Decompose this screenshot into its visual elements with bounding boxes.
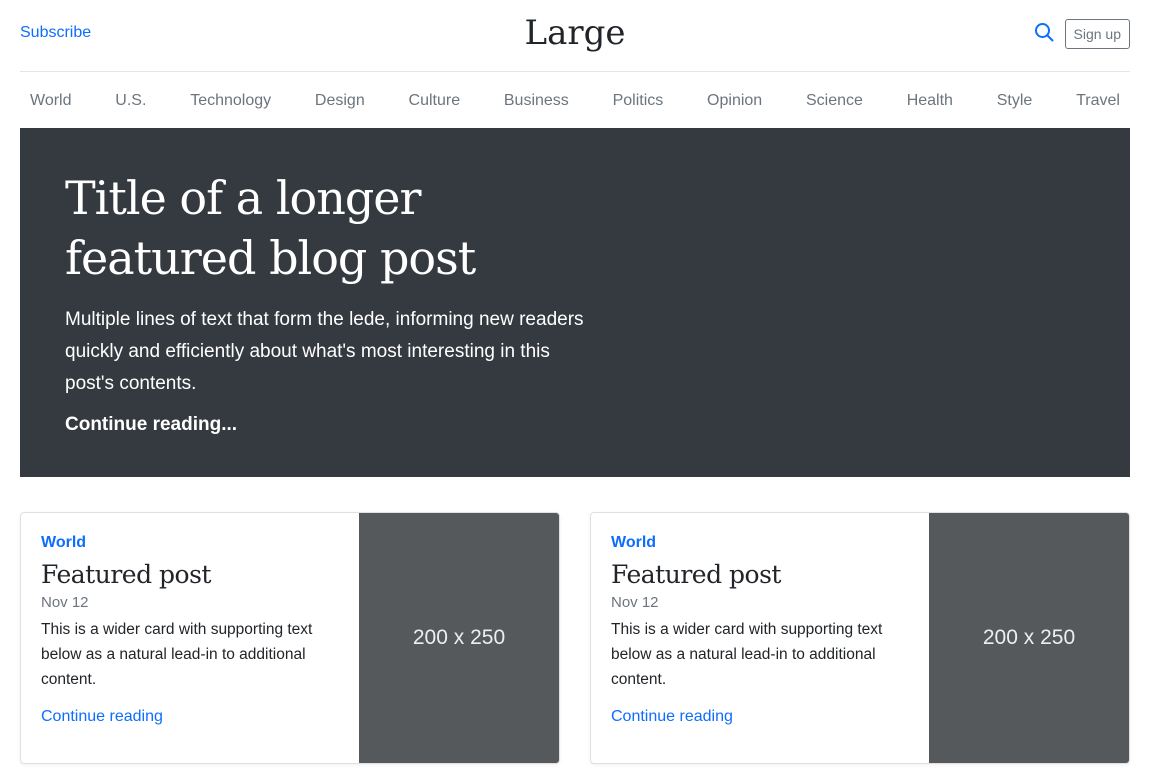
search-icon[interactable] (1034, 22, 1054, 42)
card-text: This is a wider card with supporting tex… (611, 621, 883, 688)
nav-item-culture[interactable]: Culture (409, 92, 461, 110)
card-body: World Featured post Nov 12 This is a wid… (21, 513, 360, 763)
card-date: Nov 12 (41, 594, 89, 611)
hero-lede: Multiple lines of text that form the led… (65, 309, 584, 394)
card-continue-reading-link[interactable]: Continue reading (611, 708, 733, 726)
logo-link[interactable]: Large (525, 13, 626, 53)
card-category: World (41, 534, 87, 551)
nav-item-business[interactable]: Business (504, 92, 569, 110)
hero-title: Title of a longer featured blog post (65, 171, 476, 285)
nav-item-technology[interactable]: Technology (190, 92, 271, 110)
hero-continue-reading-link[interactable]: Continue reading... (65, 414, 237, 436)
nav-item-world[interactable]: World (30, 92, 72, 110)
nav-item-science[interactable]: Science (806, 92, 863, 110)
thumbnail-label: 200 x 250 (412, 626, 506, 649)
card-thumbnail-placeholder: 200 x 250 (359, 513, 559, 763)
site-logo: Large (20, 13, 1130, 53)
card-body: World Featured post Nov 12 This is a wid… (591, 513, 930, 763)
featured-post-card: World Featured post Nov 12 This is a wid… (20, 512, 560, 764)
sign-up-button[interactable]: Sign up (1064, 19, 1130, 49)
blog-header: Subscribe Large Sign up (20, 0, 1130, 72)
nav-item-opinion[interactable]: Opinion (707, 92, 762, 110)
featured-hero: Title of a longer featured blog post Mul… (20, 128, 1130, 477)
card-continue-reading-link[interactable]: Continue reading (41, 708, 163, 726)
card-text: This is a wider card with supporting tex… (41, 621, 313, 688)
card-date: Nov 12 (611, 594, 659, 611)
nav-item-design[interactable]: Design (315, 92, 365, 110)
nav-item-politics[interactable]: Politics (613, 92, 664, 110)
page: Subscribe Large Sign up World U.S. Techn… (0, 0, 1155, 784)
nav-item-travel[interactable]: Travel (1076, 92, 1120, 110)
featured-post-card: World Featured post Nov 12 This is a wid… (590, 512, 1130, 764)
nav-item-us[interactable]: U.S. (115, 92, 146, 110)
nav-item-health[interactable]: Health (907, 92, 953, 110)
thumbnail-label: 200 x 250 (982, 626, 1076, 649)
nav-item-style[interactable]: Style (997, 92, 1033, 110)
category-nav: World U.S. Technology Design Culture Bus… (20, 73, 1130, 128)
card-category: World (611, 534, 657, 551)
card-title: Featured post (611, 560, 781, 589)
card-title: Featured post (41, 560, 211, 589)
card-thumbnail-placeholder: 200 x 250 (929, 513, 1129, 763)
